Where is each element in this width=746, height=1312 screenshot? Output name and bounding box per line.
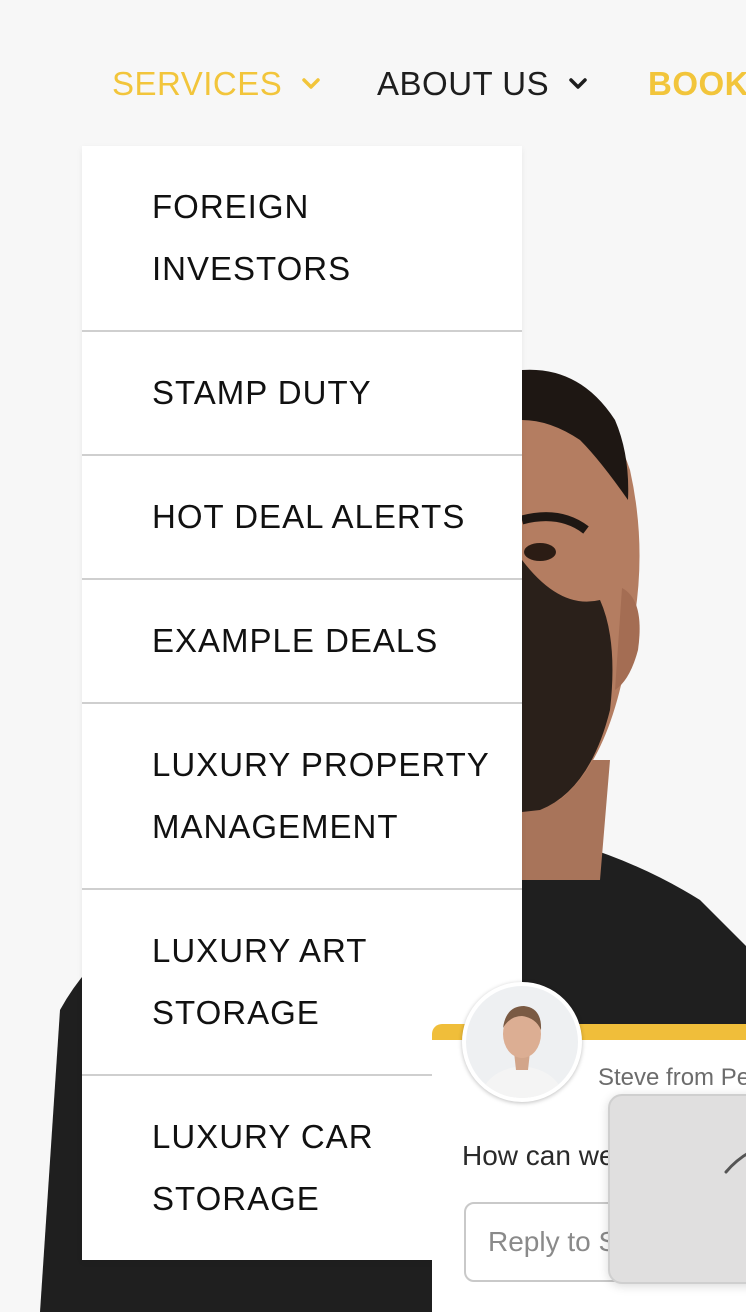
menu-item-hot-deal-alerts[interactable]: HOT DEAL ALERTS <box>82 456 522 580</box>
chat-sender: Steve from Pe <box>598 1064 746 1091</box>
avatar-photo <box>466 986 578 1098</box>
pen-stroke-icon <box>724 1152 746 1174</box>
chat-agent-avatar[interactable] <box>462 982 582 1102</box>
nav-services[interactable]: SERVICES <box>112 62 321 106</box>
chat-launcher-card[interactable] <box>608 1094 746 1284</box>
menu-item-example-deals[interactable]: EXAMPLE DEALS <box>82 580 522 704</box>
chat-message: How can we <box>462 1140 615 1171</box>
menu-item-line: LUXURY ART <box>152 932 368 969</box>
menu-item-line: EXAMPLE DEALS <box>152 622 439 659</box>
menu-item-line: LUXURY PROPERTY <box>152 746 490 783</box>
menu-item-line: STORAGE <box>152 1180 320 1217</box>
menu-item-luxury-property-management[interactable]: LUXURY PROPERTY MANAGEMENT <box>82 704 522 890</box>
menu-item-line: STAMP DUTY <box>152 374 372 411</box>
nav-about-label: ABOUT US <box>377 65 550 102</box>
menu-item-line: STORAGE <box>152 994 320 1031</box>
nav-about-us[interactable]: ABOUT US <box>377 62 587 106</box>
nav-services-label: SERVICES <box>112 65 283 102</box>
menu-item-line: HOT DEAL ALERTS <box>152 498 466 535</box>
chevron-down-icon <box>302 78 321 89</box>
nav-book-label: BOOK <box>648 65 746 102</box>
nav-book[interactable]: BOOK <box>648 62 746 106</box>
menu-item-stamp-duty[interactable]: STAMP DUTY <box>82 332 522 456</box>
chevron-down-icon <box>569 78 587 89</box>
menu-item-foreign-investors[interactable]: FOREIGN INVESTORS <box>82 146 522 332</box>
menu-item-line: FOREIGN <box>152 188 310 225</box>
menu-item-line: LUXURY CAR <box>152 1118 374 1155</box>
menu-item-line: MANAGEMENT <box>152 808 399 845</box>
menu-item-line: INVESTORS <box>152 250 352 287</box>
